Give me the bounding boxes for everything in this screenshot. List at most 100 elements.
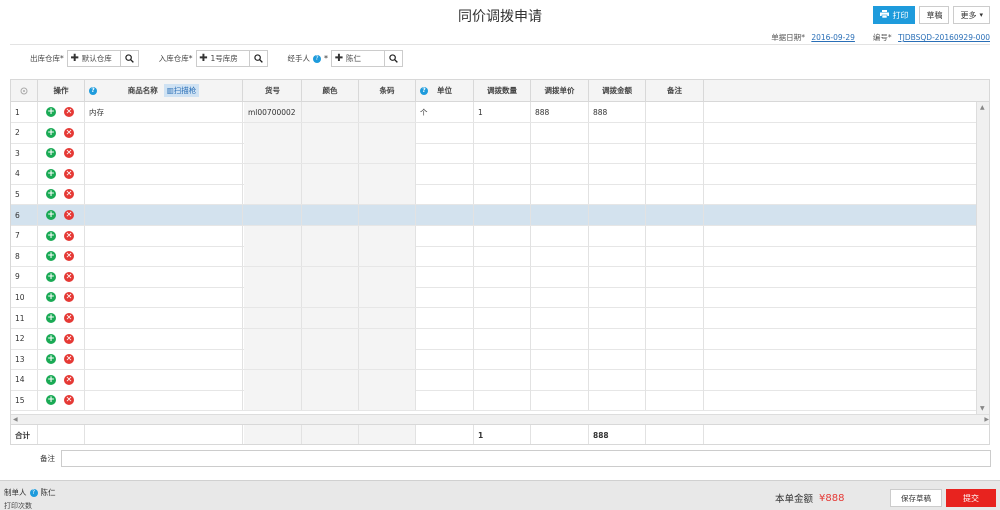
- add-row-icon[interactable]: +: [46, 189, 56, 200]
- cell-code[interactable]: [244, 143, 302, 164]
- cell-unit[interactable]: [416, 390, 474, 411]
- cell-note[interactable]: [646, 205, 704, 225]
- add-row-icon[interactable]: +: [46, 313, 56, 323]
- cell-unit[interactable]: [416, 246, 474, 267]
- add-row-icon[interactable]: +: [46, 333, 56, 344]
- cell-note[interactable]: [646, 225, 704, 246]
- delete-row-icon[interactable]: ✕: [64, 271, 74, 282]
- cell-amount[interactable]: [589, 390, 646, 411]
- table-row[interactable]: 11 + ✕: [11, 308, 977, 329]
- add-row-icon[interactable]: +: [46, 107, 56, 117]
- cell-barcode[interactable]: [359, 369, 416, 390]
- add-row-icon[interactable]: +: [46, 374, 56, 385]
- delete-row-icon[interactable]: ✕: [64, 189, 74, 200]
- cell-color[interactable]: [302, 246, 359, 267]
- remark-input[interactable]: [61, 450, 991, 467]
- number-value[interactable]: TJDBSQD-20160929-000: [898, 33, 990, 42]
- add-row-icon[interactable]: +: [46, 292, 56, 303]
- cell-note[interactable]: [646, 328, 704, 349]
- cell-unit[interactable]: [416, 163, 474, 184]
- table-row[interactable]: 9 + ✕: [11, 266, 977, 288]
- table-row[interactable]: 13 + ✕: [11, 349, 977, 371]
- cell-code[interactable]: [244, 349, 302, 370]
- cell-note[interactable]: [646, 163, 704, 184]
- cell-unit[interactable]: [416, 122, 474, 143]
- add-row-icon[interactable]: +: [46, 354, 56, 365]
- cell-name[interactable]: [85, 349, 243, 370]
- out-warehouse-field[interactable]: ✚ 默认仓库: [66, 50, 139, 67]
- cell-code[interactable]: [244, 246, 302, 267]
- cell-unit[interactable]: [416, 266, 474, 287]
- cell-barcode[interactable]: [359, 205, 416, 225]
- add-row-icon[interactable]: +: [46, 251, 56, 262]
- cell-name[interactable]: [85, 246, 243, 267]
- help-icon[interactable]: ?: [29, 488, 38, 497]
- cell-name[interactable]: 内存: [85, 102, 243, 122]
- scroll-right-icon[interactable]: ▶: [984, 416, 989, 423]
- cell-amount[interactable]: [589, 163, 646, 184]
- cell-color[interactable]: [302, 122, 359, 143]
- cell-note[interactable]: [646, 287, 704, 308]
- cell-code[interactable]: [244, 163, 302, 184]
- cell-price[interactable]: [531, 163, 589, 184]
- cell-qty[interactable]: [474, 246, 531, 267]
- save-draft-button[interactable]: 保存草稿: [890, 489, 942, 507]
- cell-color[interactable]: [302, 390, 359, 411]
- add-row-icon[interactable]: +: [46, 148, 56, 159]
- handler-field[interactable]: ✚ 陈仁: [331, 50, 403, 67]
- delete-row-icon[interactable]: ✕: [64, 168, 74, 179]
- cell-code[interactable]: [244, 328, 302, 349]
- cell-qty[interactable]: [474, 349, 531, 370]
- cell-unit[interactable]: [416, 328, 474, 349]
- cell-code[interactable]: [244, 390, 302, 411]
- cell-price[interactable]: [531, 369, 589, 390]
- cell-qty[interactable]: [474, 163, 531, 184]
- cell-qty[interactable]: [474, 184, 531, 205]
- cell-amount[interactable]: [589, 349, 646, 370]
- cell-amount[interactable]: [589, 205, 646, 225]
- cell-barcode[interactable]: [359, 184, 416, 205]
- cell-qty[interactable]: [474, 205, 531, 225]
- help-icon[interactable]: ?: [89, 86, 97, 95]
- add-row-icon[interactable]: +: [46, 127, 56, 138]
- more-button[interactable]: 更多 ▾: [953, 6, 990, 24]
- table-row[interactable]: 6 + ✕: [11, 205, 977, 226]
- cell-note[interactable]: [646, 369, 704, 390]
- delete-row-icon[interactable]: ✕: [64, 374, 74, 385]
- cell-name[interactable]: [85, 163, 243, 184]
- cell-price[interactable]: [531, 143, 589, 164]
- delete-row-icon[interactable]: ✕: [64, 395, 74, 406]
- cell-qty[interactable]: 1: [474, 102, 531, 122]
- delete-row-icon[interactable]: ✕: [64, 148, 74, 159]
- cell-note[interactable]: [646, 308, 704, 328]
- scan-button[interactable]: ▥扫描枪: [163, 84, 200, 97]
- add-row-icon[interactable]: +: [46, 230, 56, 241]
- cell-price[interactable]: [531, 390, 589, 411]
- table-row[interactable]: 15 + ✕: [11, 390, 977, 412]
- cell-name[interactable]: [85, 390, 243, 411]
- scroll-left-icon[interactable]: ◀: [13, 416, 18, 423]
- delete-row-icon[interactable]: ✕: [64, 251, 74, 262]
- cell-name[interactable]: [85, 287, 243, 308]
- cell-barcode[interactable]: [359, 349, 416, 370]
- print-button[interactable]: 打印: [873, 6, 916, 24]
- cell-note[interactable]: [646, 246, 704, 267]
- table-row[interactable]: 2 + ✕: [11, 122, 977, 144]
- cell-name[interactable]: [85, 328, 243, 349]
- plus-icon[interactable]: ✚: [332, 53, 346, 64]
- delete-row-icon[interactable]: ✕: [64, 354, 74, 365]
- plus-icon[interactable]: ✚: [197, 53, 211, 64]
- cell-unit[interactable]: [416, 308, 474, 328]
- search-icon[interactable]: [248, 51, 267, 66]
- cell-qty[interactable]: [474, 369, 531, 390]
- table-row[interactable]: 8 + ✕: [11, 246, 977, 268]
- cell-amount[interactable]: [589, 369, 646, 390]
- cell-note[interactable]: [646, 390, 704, 411]
- cell-unit[interactable]: 个: [416, 102, 474, 122]
- plus-icon[interactable]: ✚: [68, 53, 82, 64]
- cell-price[interactable]: [531, 266, 589, 287]
- settings-icon[interactable]: [11, 80, 38, 101]
- cell-color[interactable]: [302, 369, 359, 390]
- search-icon[interactable]: [119, 51, 138, 66]
- cell-note[interactable]: [646, 349, 704, 370]
